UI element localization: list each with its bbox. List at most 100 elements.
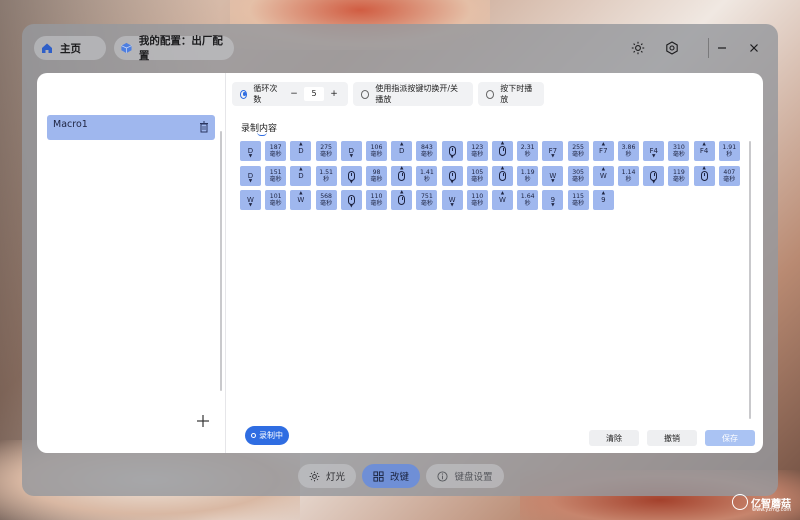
delay-chip[interactable]: 1.91 秒	[718, 141, 740, 161]
macro-list-scrollbar[interactable]	[220, 131, 222, 391]
key-event-chip[interactable]: ▲ F7	[592, 141, 614, 161]
mouse-event-chip[interactable]: ▼	[441, 165, 463, 186]
key-event-chip[interactable]: ▲ W	[492, 190, 513, 210]
delay-chip[interactable]: 123 毫秒	[466, 141, 488, 161]
mouse-event-chip[interactable]: ▼	[340, 190, 362, 210]
key-event-chip[interactable]: ▲ F4	[693, 141, 715, 161]
delay-unit: 毫秒	[320, 200, 333, 207]
toggle-radio[interactable]	[361, 89, 370, 99]
trash-icon[interactable]	[199, 121, 209, 133]
delay-value: 3.86	[621, 144, 636, 151]
recording-button[interactable]: 录制中	[245, 426, 289, 445]
delay-chip[interactable]: 751 毫秒	[416, 190, 438, 210]
key-event-chip[interactable]: D ▼	[240, 141, 261, 161]
delay-value: 106	[370, 144, 383, 151]
mouse-event-chip[interactable]: ▼	[643, 165, 665, 186]
key-label: F4	[699, 147, 709, 155]
delay-chip[interactable]: 568 毫秒	[315, 190, 337, 210]
hold-radio[interactable]	[486, 89, 495, 99]
key-event-chip[interactable]: W ▼	[240, 190, 261, 210]
mouse-event-chip[interactable]: ▲	[391, 190, 413, 210]
key-label: W	[599, 171, 607, 180]
recording-scrollbar[interactable]	[749, 141, 751, 419]
key-event-chip[interactable]: D ▼	[240, 165, 261, 186]
brightness-button[interactable]	[628, 38, 648, 58]
home-button[interactable]: 主页	[34, 36, 106, 60]
key-event-chip[interactable]: F7 ▼	[542, 141, 564, 161]
delay-chip[interactable]: 119 毫秒	[668, 165, 690, 186]
loading-indicator	[257, 132, 267, 136]
sun-icon	[309, 471, 320, 481]
delay-unit: 秒	[726, 151, 733, 158]
delay-unit: 毫秒	[572, 175, 585, 183]
watermark-url: www.yzmg.com	[752, 507, 792, 513]
delay-chip[interactable]: 275 毫秒	[315, 141, 337, 161]
mouse-event-chip[interactable]: ▲	[693, 165, 715, 186]
delay-chip[interactable]: 101 毫秒	[265, 190, 287, 210]
delay-chip[interactable]: 1.14 秒	[618, 165, 639, 186]
key-event-chip[interactable]: ▲ D	[290, 141, 312, 161]
tab-light[interactable]: 灯光	[298, 464, 356, 488]
loop-increment-button[interactable]: +	[328, 87, 340, 101]
delay-chip[interactable]: 310 毫秒	[668, 141, 690, 161]
delay-chip[interactable]: 407 毫秒	[718, 165, 740, 186]
delay-chip[interactable]: 305 毫秒	[567, 165, 589, 186]
mouse-event-chip[interactable]: ▼	[441, 141, 463, 161]
save-button[interactable]: 保存	[705, 430, 755, 446]
recording-title: 录制内容	[241, 124, 278, 136]
delay-chip[interactable]: 115 毫秒	[567, 190, 589, 210]
hold-option[interactable]: 按下时播放	[478, 82, 544, 106]
key-event-chip[interactable]: W ▼	[542, 165, 564, 186]
loop-radio[interactable]	[240, 89, 248, 99]
key-down-icon: ▼	[248, 203, 253, 208]
key-event-chip[interactable]: ▲ 9	[592, 190, 614, 210]
delay-chip[interactable]: 2.31 秒	[517, 141, 539, 161]
key-event-chip[interactable]: F4 ▼	[643, 141, 665, 161]
delay-chip[interactable]: 187 毫秒	[265, 141, 287, 161]
mouse-event-chip[interactable]: ▼	[340, 165, 362, 186]
delay-value: 255	[572, 144, 584, 151]
loop-count-stepper[interactable]: − 5 +	[288, 87, 340, 101]
hold-label: 按下时播放	[500, 84, 533, 104]
mouse-event-chip[interactable]: ▲	[492, 141, 513, 161]
key-event-chip[interactable]: W ▼	[441, 190, 463, 210]
delay-chip[interactable]: 1.64 秒	[517, 190, 539, 210]
delay-chip[interactable]: 255 毫秒	[567, 141, 589, 161]
delay-chip[interactable]: 1.41 秒	[416, 165, 438, 186]
delay-chip[interactable]: 105 毫秒	[466, 165, 488, 186]
delay-chip[interactable]: 151 毫秒	[265, 165, 287, 186]
settings-button[interactable]	[662, 38, 682, 58]
delay-chip[interactable]: 110 毫秒	[366, 190, 387, 210]
mouse-event-chip[interactable]: ▲	[492, 165, 513, 186]
key-event-chip[interactable]: ▲ W	[290, 190, 312, 210]
delay-chip[interactable]: 1.51 秒	[315, 165, 337, 186]
close-button[interactable]	[744, 38, 764, 58]
key-event-chip[interactable]: 9 ▼	[542, 190, 564, 210]
delay-value: 1.51	[319, 168, 333, 176]
delay-chip[interactable]: 1.19 秒	[517, 165, 539, 186]
delay-chip[interactable]: 110 毫秒	[466, 190, 488, 210]
loop-option[interactable]: 循环次数 − 5 +	[232, 82, 348, 106]
tab-keyboard-settings-label: 键盘设置	[454, 472, 493, 483]
key-event-chip[interactable]: ▲ D	[290, 165, 312, 186]
delay-chip[interactable]: 843 毫秒	[416, 141, 438, 161]
mouse-event-chip[interactable]: ▲	[391, 165, 413, 186]
key-event-chip[interactable]: ▲ W	[592, 165, 614, 186]
loop-count-value[interactable]: 5	[304, 87, 324, 101]
macro-list-item[interactable]: Macro1	[47, 115, 215, 140]
delay-chip[interactable]: 106 毫秒	[366, 141, 387, 161]
plus-icon[interactable]	[195, 413, 211, 429]
mouse-icon	[347, 170, 355, 181]
delay-chip[interactable]: 3.86 秒	[618, 141, 639, 161]
key-event-chip[interactable]: ▲ D	[391, 141, 413, 161]
toggle-option[interactable]: 使用指派按键切换开/关播放	[353, 82, 473, 106]
loop-decrement-button[interactable]: −	[288, 87, 300, 101]
undo-button[interactable]: 撤销	[647, 430, 697, 446]
minimize-button[interactable]	[712, 38, 732, 58]
key-event-chip[interactable]: D ▼	[340, 141, 362, 161]
tab-remap[interactable]: 改键	[362, 464, 420, 488]
clear-button[interactable]: 清除	[589, 430, 639, 446]
profile-button[interactable]: 我的配置：出厂配置	[114, 35, 234, 62]
delay-chip[interactable]: 98 毫秒	[366, 165, 387, 186]
tab-keyboard-settings[interactable]: 键盘设置	[426, 464, 504, 488]
